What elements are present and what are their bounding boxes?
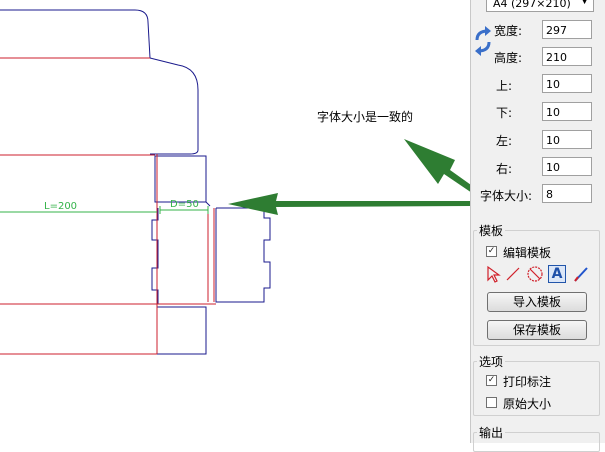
- original-size-label: 原始大小: [503, 397, 552, 411]
- swap-orientation-icon[interactable]: [474, 26, 492, 56]
- margin-top-label: 上:: [496, 79, 513, 93]
- annotation-text: 字体大小是一致的: [317, 109, 413, 124]
- dim-label-depth: D=50: [170, 199, 199, 210]
- original-size-checkbox[interactable]: [486, 397, 497, 408]
- top-flap-outline: [0, 9, 151, 59]
- end-panel-outline: [215, 207, 271, 303]
- margin-left-input[interactable]: 10: [542, 130, 592, 149]
- paper-size-select[interactable]: A4 (297×210) ▼: [486, 0, 594, 12]
- tuck-flap-outline: [149, 57, 199, 155]
- dim-label-length: L=200: [44, 201, 77, 212]
- edit-template-checkbox[interactable]: ✓: [486, 246, 497, 257]
- annotation-arrow-up: [404, 139, 470, 192]
- edit-template-label: 编辑模板: [503, 246, 552, 260]
- options-group-title: 选项: [477, 353, 506, 370]
- box-dieline: L=200 D=50 字体大小是一致的: [0, 9, 470, 355]
- save-template-button[interactable]: 保存模板: [487, 320, 587, 340]
- height-input[interactable]: 210: [542, 47, 592, 66]
- annotation-arrow-left: [228, 193, 470, 215]
- drawing-canvas[interactable]: L=200 D=50 字体大小是一致的: [0, 0, 470, 443]
- line-icon[interactable]: [504, 265, 522, 283]
- width-label: 宽度:: [494, 24, 523, 38]
- pen-icon[interactable]: [572, 265, 590, 283]
- font-size-input[interactable]: 8: [542, 184, 592, 203]
- right-edge-upper: [205, 201, 211, 207]
- template-group-title: 模板: [477, 222, 506, 239]
- text-a-icon[interactable]: A: [548, 265, 566, 283]
- circle-no-icon[interactable]: [526, 265, 544, 283]
- height-label: 高度:: [494, 51, 523, 65]
- margin-bottom-input[interactable]: 10: [542, 102, 592, 121]
- dust-flap-upper: [154, 155, 207, 203]
- output-group-title: 输出: [477, 424, 506, 441]
- width-input[interactable]: 297: [542, 20, 592, 39]
- margin-right-input[interactable]: 10: [542, 157, 592, 176]
- margin-bottom-label: 下:: [496, 106, 513, 120]
- select-arrow-icon[interactable]: [484, 265, 502, 283]
- font-size-label: 字体大小:: [480, 189, 533, 203]
- print-annotation-label: 打印标注: [503, 375, 552, 389]
- paper-size-value: A4 (297×210): [493, 0, 571, 10]
- margin-right-label: 右:: [496, 162, 513, 176]
- margin-left-label: 左:: [496, 134, 513, 148]
- margin-top-input[interactable]: 10: [542, 74, 592, 93]
- dust-flap-lower: [156, 306, 207, 355]
- print-annotation-checkbox[interactable]: ✓: [486, 375, 497, 386]
- chevron-down-icon[interactable]: ▼: [581, 0, 588, 6]
- import-template-button[interactable]: 导入模板: [487, 292, 587, 312]
